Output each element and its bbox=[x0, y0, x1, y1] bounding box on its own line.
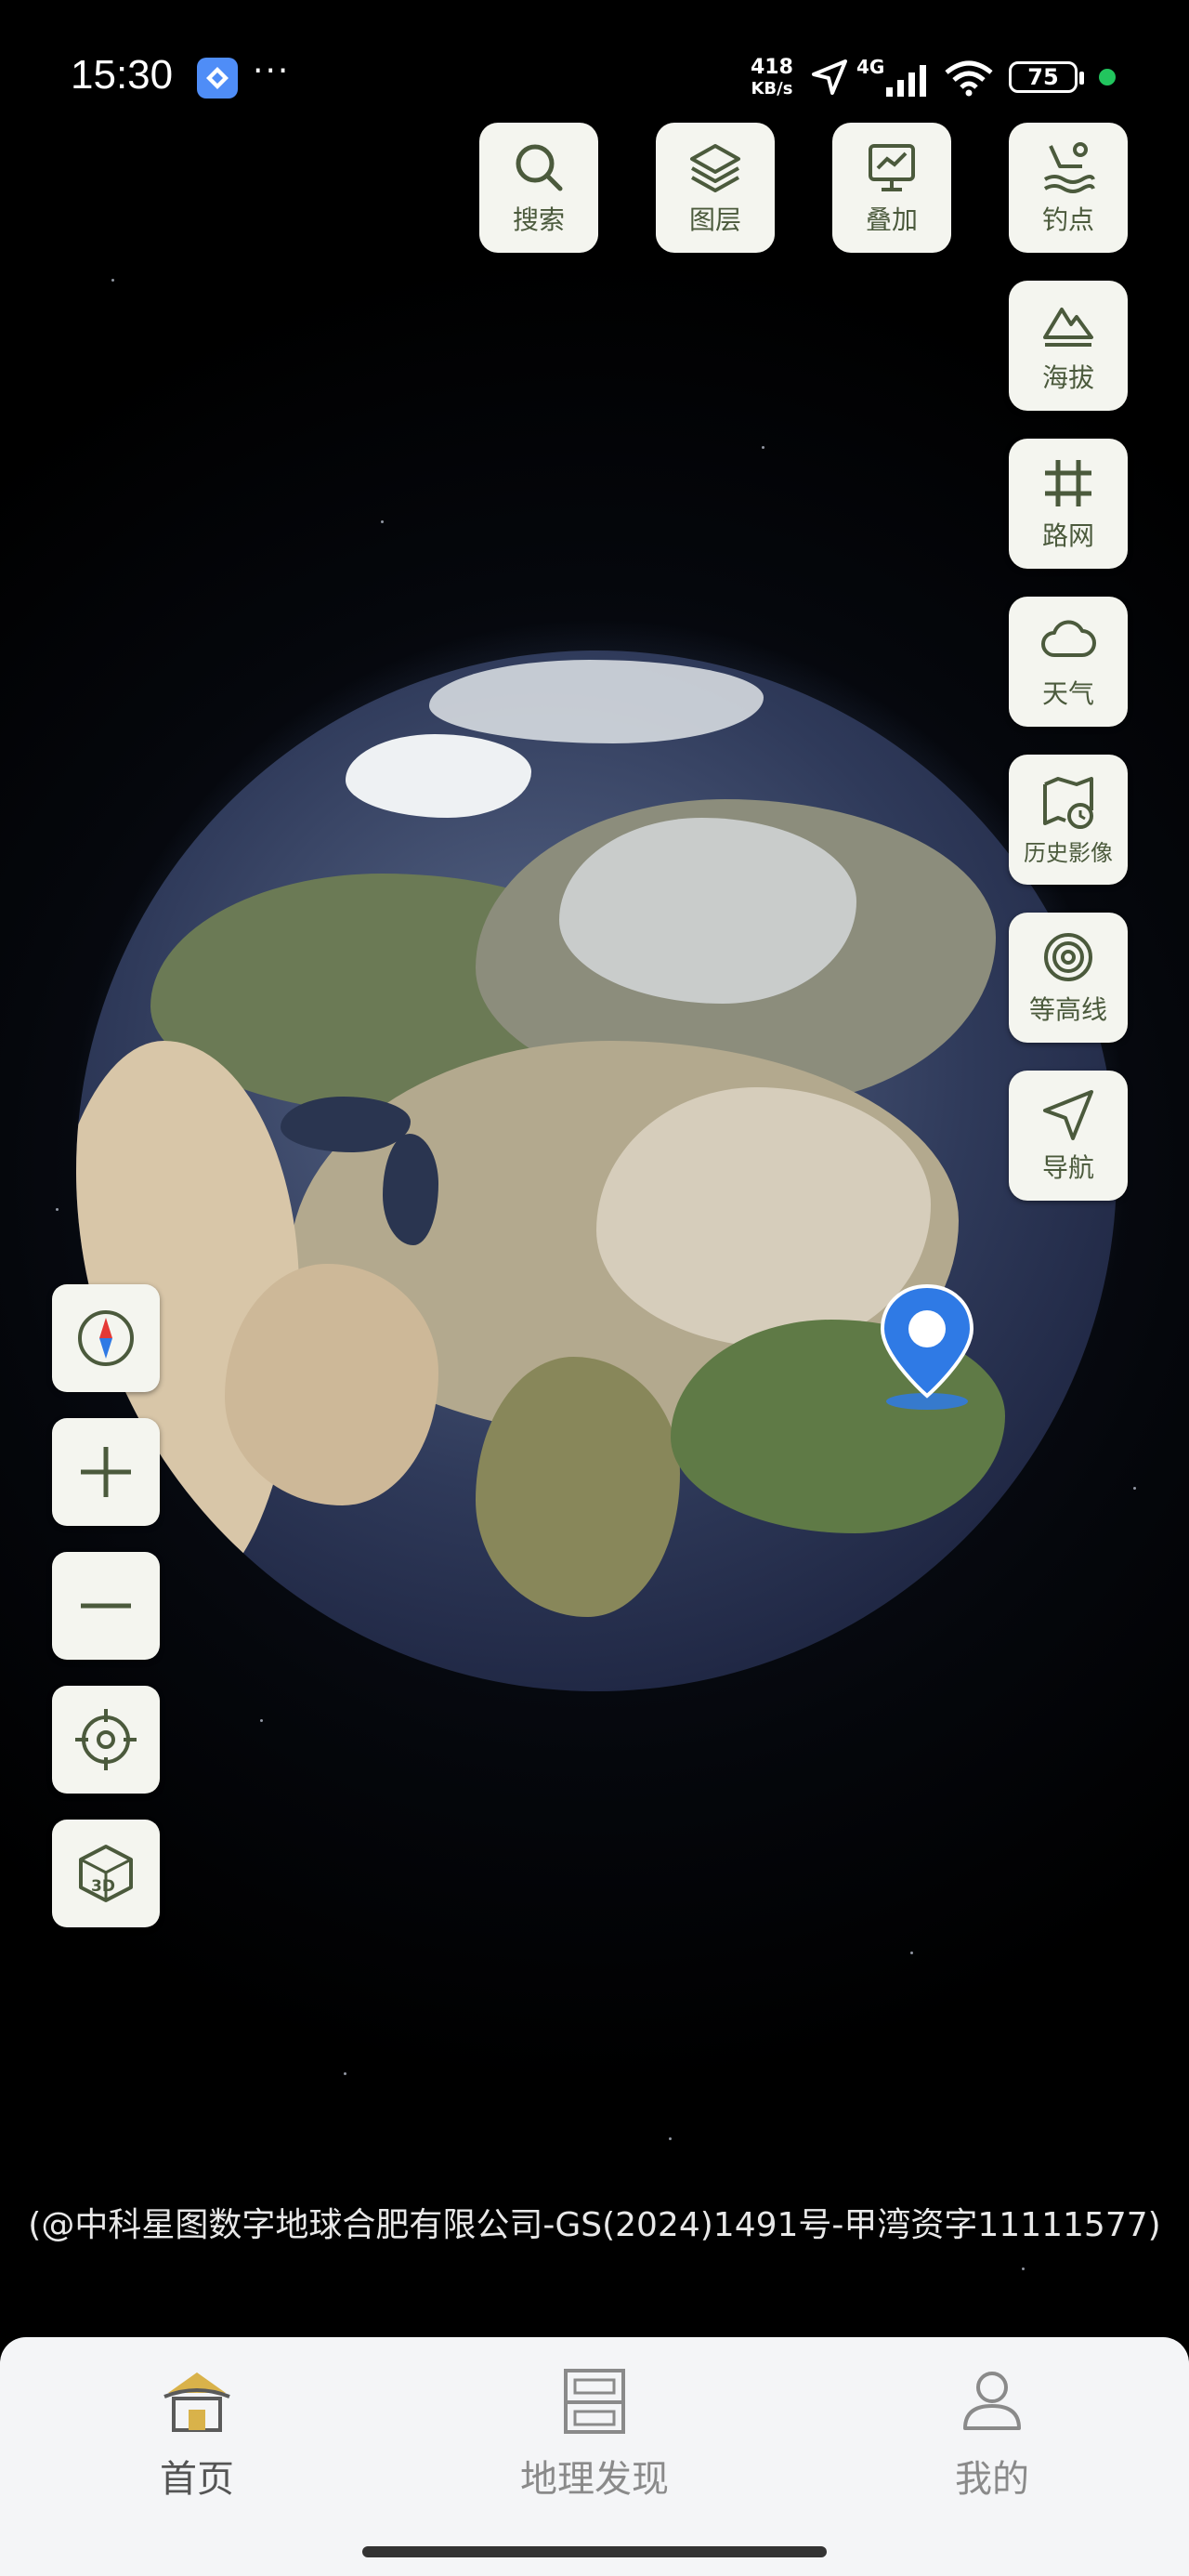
location-arrow-icon bbox=[812, 59, 847, 95]
layers-icon bbox=[690, 144, 740, 192]
battery-indicator: 75 bbox=[1009, 61, 1084, 93]
earth-globe[interactable] bbox=[76, 651, 1117, 1691]
fishing-spot-button[interactable]: 钓点 bbox=[1009, 123, 1128, 253]
minus-icon bbox=[81, 1603, 131, 1609]
compass-icon bbox=[78, 1310, 134, 1366]
contour-label: 等高线 bbox=[1028, 994, 1107, 1025]
plus-icon bbox=[81, 1447, 131, 1497]
altitude-label: 海拔 bbox=[1041, 362, 1094, 393]
tab-home[interactable]: 首页 bbox=[76, 2365, 318, 2503]
overlay-icon bbox=[869, 144, 915, 191]
fishing-spot-icon bbox=[1043, 142, 1095, 193]
location-pin-icon[interactable] bbox=[875, 1282, 979, 1413]
arabia-land bbox=[225, 1264, 438, 1505]
profile-icon bbox=[963, 2372, 1021, 2430]
locate-icon bbox=[75, 1709, 137, 1770]
tab-discover[interactable]: 地理发现 bbox=[474, 2365, 715, 2503]
greenland-ice bbox=[346, 734, 531, 818]
overlay-label: 叠加 bbox=[865, 204, 918, 235]
status-more: ··· bbox=[253, 52, 291, 90]
map-copyright: (@中科星图数字地球合肥有限公司-GS(2024)1491号-甲湾资字11111… bbox=[28, 2206, 1161, 2244]
weather-label: 天气 bbox=[1041, 678, 1094, 709]
history-imagery-button[interactable]: 历史影像 bbox=[1009, 755, 1128, 885]
discover-icon bbox=[564, 2369, 625, 2434]
zoom-out-button[interactable] bbox=[52, 1552, 160, 1660]
home-icon bbox=[163, 2372, 230, 2432]
3d-cube-icon: 3D bbox=[79, 1845, 133, 1902]
3d-view-button[interactable]: 3D bbox=[52, 1820, 160, 1927]
svg-text:3D: 3D bbox=[91, 1877, 115, 1896]
fishing-spot-label: 钓点 bbox=[1041, 204, 1094, 235]
network-type: 4G bbox=[856, 56, 885, 78]
weather-button[interactable]: 天气 bbox=[1009, 597, 1128, 727]
tab-discover-label: 地理发现 bbox=[520, 2458, 669, 2501]
search-icon bbox=[516, 144, 563, 191]
privacy-indicator-dot bbox=[1099, 69, 1116, 85]
navigation-label: 导航 bbox=[1041, 1152, 1094, 1183]
altitude-icon bbox=[1043, 308, 1093, 347]
tab-home-label: 首页 bbox=[160, 2458, 234, 2501]
network-speed: 418 KB/s bbox=[751, 56, 793, 99]
locate-button[interactable] bbox=[52, 1686, 160, 1794]
app-notification-icon bbox=[197, 58, 238, 99]
history-imagery-label: 历史影像 bbox=[1024, 839, 1113, 866]
search-label: 搜索 bbox=[512, 204, 565, 235]
india-land bbox=[476, 1357, 680, 1617]
search-button[interactable]: 搜索 bbox=[479, 123, 598, 253]
contour-icon bbox=[1044, 933, 1092, 981]
bottom-tab-bar: 首页 地理发现 我的 bbox=[0, 2337, 1189, 2576]
tab-profile-label: 我的 bbox=[955, 2458, 1029, 2501]
contour-button[interactable]: 等高线 bbox=[1009, 913, 1128, 1043]
home-indicator[interactable] bbox=[362, 2546, 827, 2557]
navigation-icon bbox=[1043, 1090, 1093, 1140]
siberia-snow bbox=[559, 818, 856, 1004]
layers-label: 图层 bbox=[688, 204, 741, 235]
weather-icon bbox=[1041, 620, 1096, 657]
navigation-button[interactable]: 导航 bbox=[1009, 1071, 1128, 1201]
history-imagery-icon bbox=[1043, 776, 1093, 829]
signal-icon bbox=[886, 65, 926, 97]
overlay-button[interactable]: 叠加 bbox=[832, 123, 951, 253]
wifi-icon bbox=[945, 60, 993, 97]
arctic-ice bbox=[429, 660, 764, 743]
road-network-label: 路网 bbox=[1041, 520, 1094, 551]
zoom-in-button[interactable] bbox=[52, 1418, 160, 1526]
caspian-sea bbox=[383, 1134, 438, 1245]
altitude-button[interactable]: 海拔 bbox=[1009, 281, 1128, 411]
tab-profile[interactable]: 我的 bbox=[871, 2365, 1113, 2503]
road-network-icon bbox=[1045, 460, 1091, 506]
layers-button[interactable]: 图层 bbox=[656, 123, 775, 253]
compass-button[interactable] bbox=[52, 1284, 160, 1392]
status-time: 15:30 bbox=[71, 52, 174, 98]
black-sea bbox=[281, 1097, 411, 1152]
road-network-button[interactable]: 路网 bbox=[1009, 439, 1128, 569]
